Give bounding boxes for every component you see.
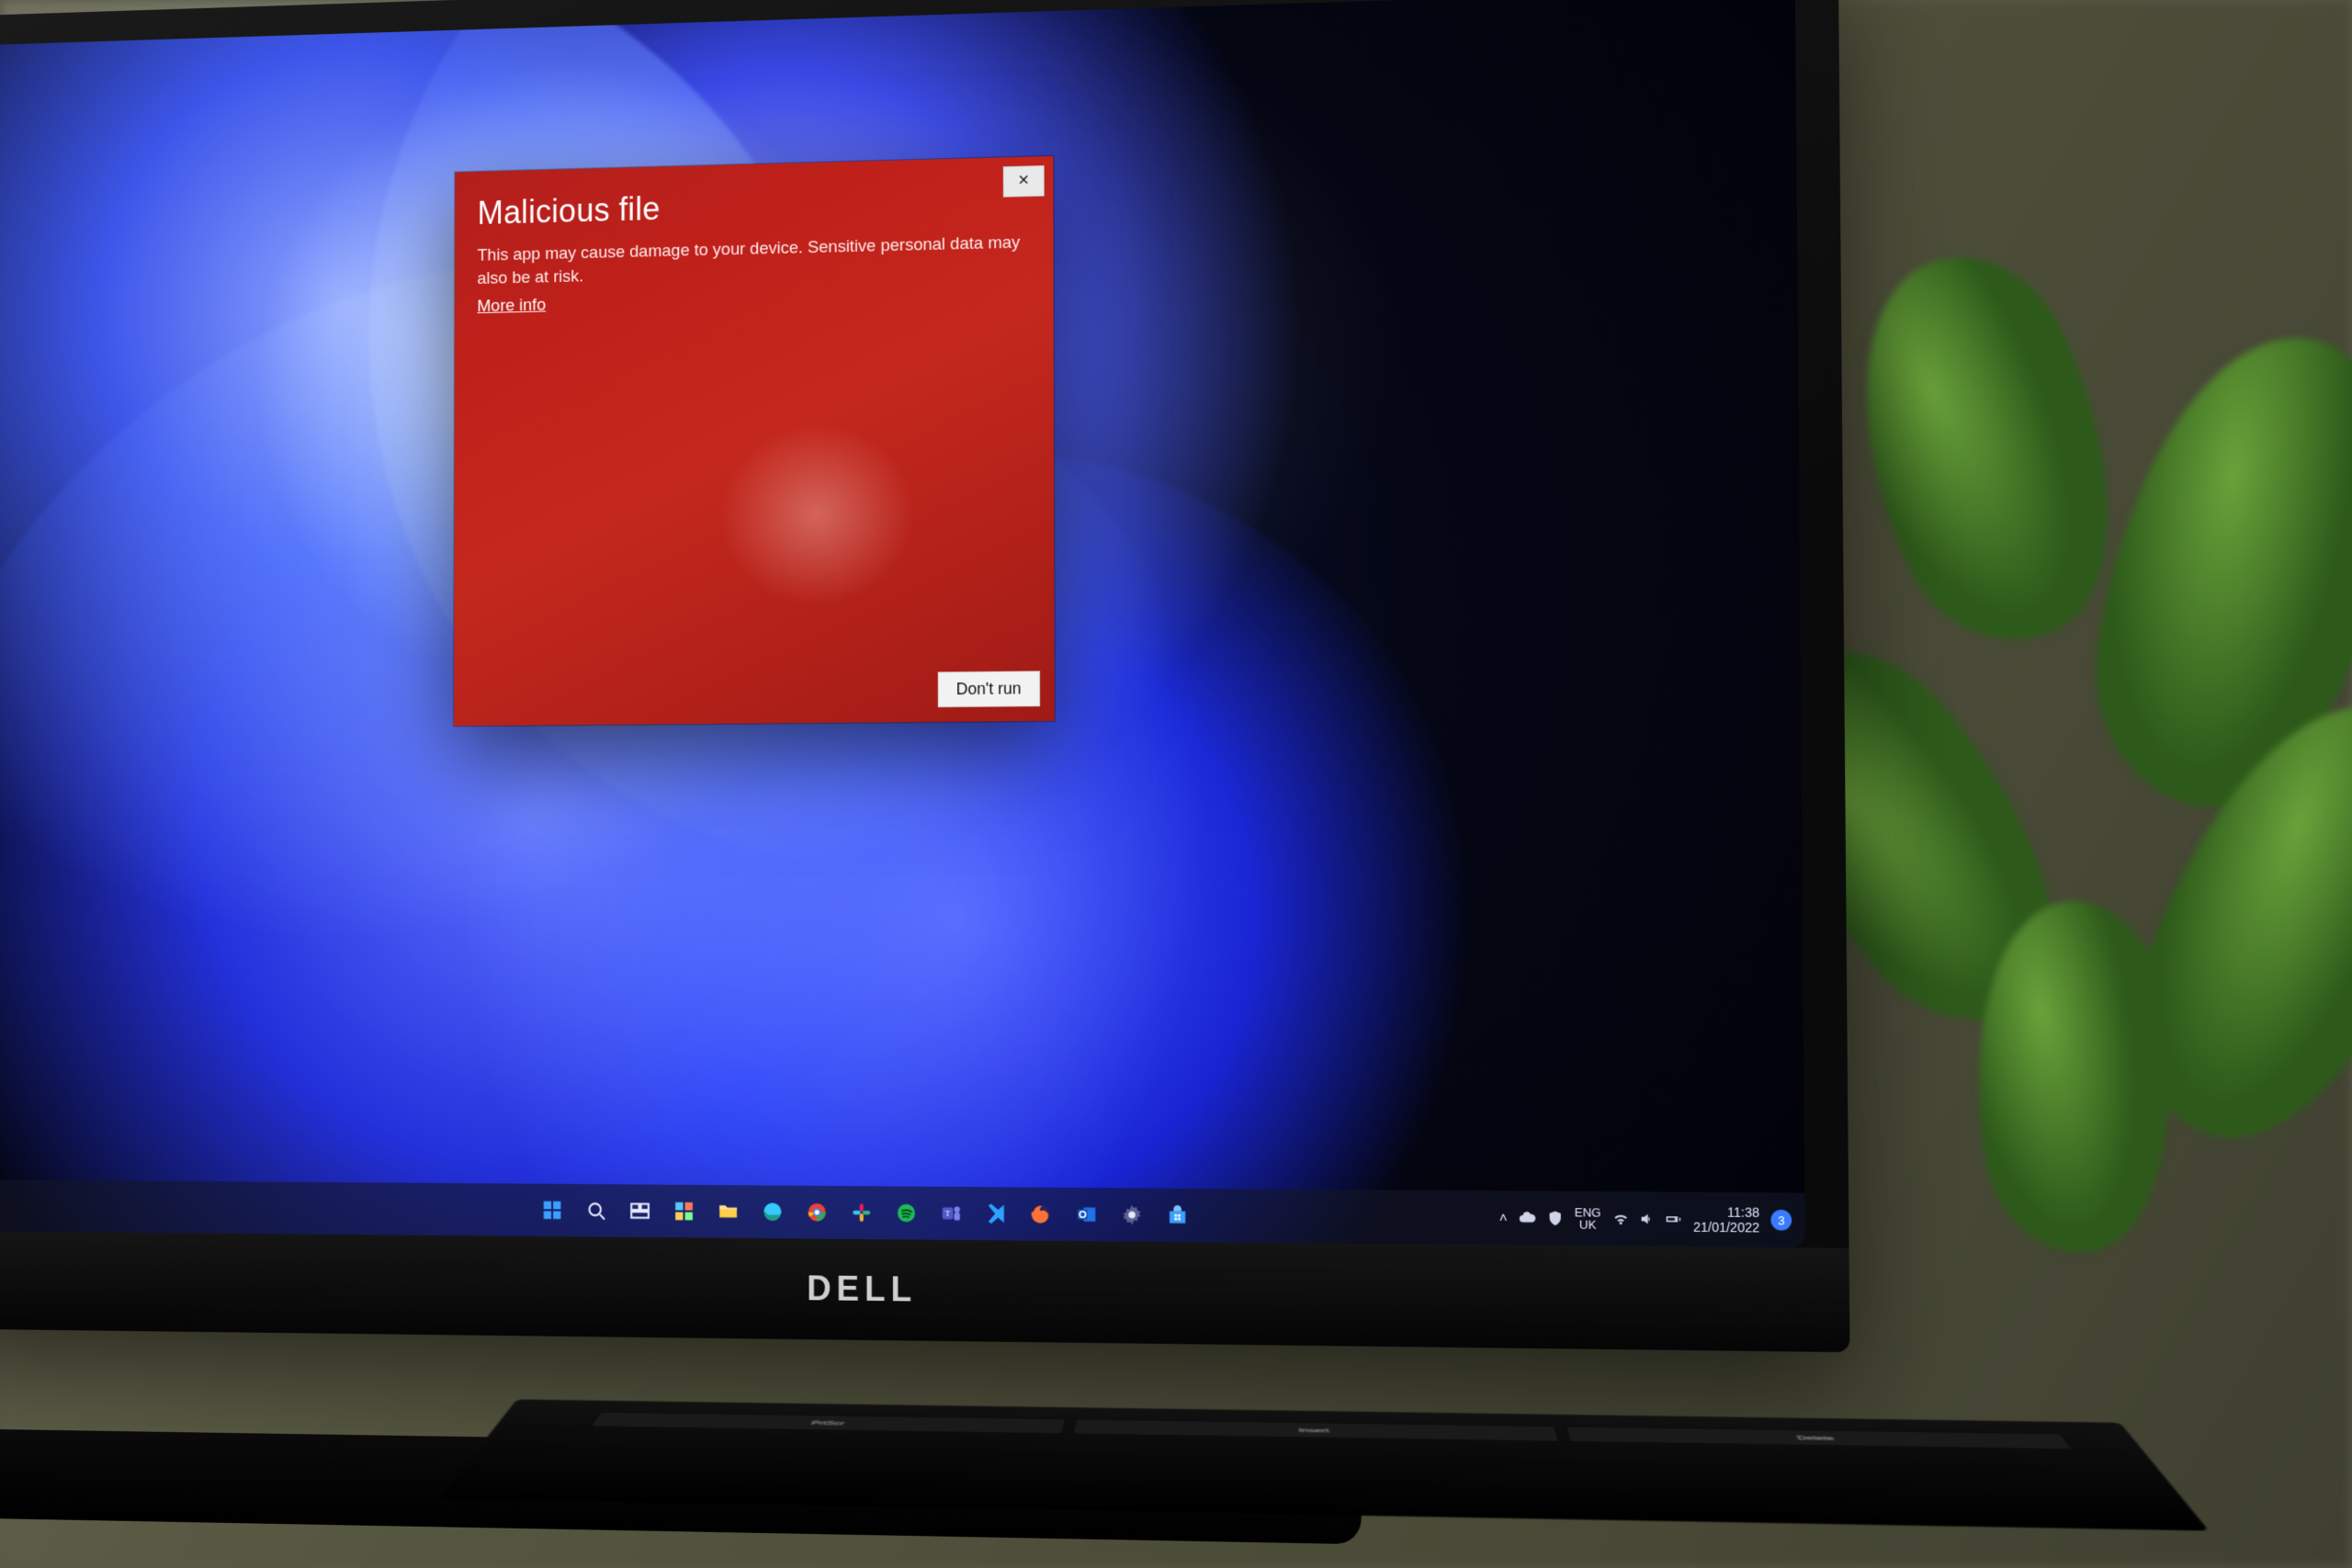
system-tray: ˄ ENG UK (1499, 1190, 1792, 1247)
tray-overflow-button[interactable]: ˄ (1499, 1210, 1508, 1225)
close-icon: ✕ (1018, 174, 1030, 188)
start-icon[interactable] (535, 1192, 570, 1229)
spotify-icon[interactable] (888, 1194, 924, 1231)
dialog-title: Malicious file (478, 190, 661, 232)
laptop-brand: DELL (807, 1269, 917, 1310)
notification-count: 3 (1778, 1213, 1785, 1227)
laptop-chin: DELL (0, 1231, 1849, 1352)
clock-date: 21/01/2022 (1693, 1219, 1759, 1235)
dont-run-button[interactable]: Don't run (937, 671, 1040, 707)
keyboard-key: Delete (1566, 1427, 2074, 1450)
smartscreen-warning-dialog: Malicious file ✕ This app may cause dama… (454, 156, 1055, 726)
clock-time: 11:38 (1727, 1204, 1759, 1220)
desktop-screen: Malicious file ✕ This app may cause dama… (0, 0, 1805, 1247)
keyboard-key: PrtScr (591, 1412, 1067, 1434)
firefox-icon[interactable] (1023, 1196, 1059, 1233)
battery-icon (1665, 1211, 1682, 1228)
chevron-up-icon: ˄ (1499, 1210, 1508, 1225)
language-line2: UK (1579, 1218, 1597, 1230)
wifi-icon (1612, 1211, 1630, 1228)
laptop-lid: Malicious file ✕ This app may cause dama… (0, 0, 1849, 1352)
taskbar-clock[interactable]: 11:38 21/01/2022 (1693, 1204, 1759, 1235)
taskbar-center-group: T (529, 1184, 1201, 1243)
teams-icon[interactable]: T (933, 1195, 969, 1232)
widgets-icon[interactable] (666, 1193, 701, 1230)
shield-icon (1546, 1210, 1563, 1227)
settings-icon[interactable] (1114, 1196, 1150, 1234)
task-view-icon[interactable] (622, 1192, 657, 1229)
more-info-link[interactable]: More info (477, 294, 546, 319)
laptop: Malicious file ✕ This app may cause dama… (0, 0, 2141, 1529)
cloud-icon (1519, 1210, 1535, 1226)
language-switcher[interactable]: ENG UK (1575, 1206, 1601, 1231)
chrome-icon[interactable] (799, 1194, 835, 1231)
outlook-icon[interactable] (1069, 1196, 1105, 1234)
screen-bezel: Malicious file ✕ This app may cause dama… (0, 0, 1805, 1247)
close-button[interactable]: ✕ (1003, 165, 1045, 197)
file-explorer-icon[interactable] (710, 1193, 746, 1230)
search-icon[interactable] (579, 1192, 614, 1229)
quick-settings-button[interactable] (1612, 1211, 1682, 1228)
slack-icon[interactable] (843, 1194, 879, 1231)
svg-text:T: T (945, 1210, 950, 1218)
tray-status-icon[interactable] (1546, 1210, 1563, 1227)
tray-onedrive-icon[interactable] (1519, 1210, 1535, 1226)
keyboard-key: Insert (1072, 1419, 1560, 1442)
dialog-body-text: This app may cause damage to your device… (477, 231, 1030, 291)
volume-icon (1638, 1211, 1656, 1228)
store-icon[interactable] (1159, 1197, 1196, 1235)
notifications-button[interactable]: 3 (1770, 1210, 1792, 1231)
vscode-icon[interactable] (978, 1195, 1014, 1232)
edge-icon[interactable] (755, 1193, 791, 1230)
